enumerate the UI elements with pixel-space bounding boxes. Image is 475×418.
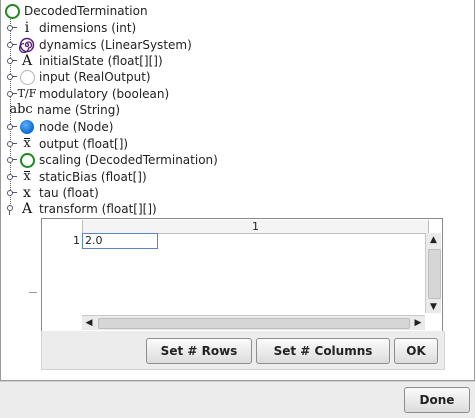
tree-item-tau[interactable]: x tau (float) <box>6 185 99 201</box>
vector-xbar-icon: x <box>23 169 31 184</box>
tree-item-label: tau (float) <box>39 186 99 200</box>
tree-item-scaling[interactable]: scaling (DecodedTermination) <box>6 152 218 168</box>
vector-xbar-icon: x <box>23 136 31 151</box>
matrix-cell-1-1[interactable]: 2.0 <box>82 233 158 249</box>
tree-item-node[interactable]: node (Node) <box>6 119 113 135</box>
string-abc-icon: abc <box>9 102 33 117</box>
dialog-footer: Done <box>0 381 475 418</box>
tree-handle-icon[interactable] <box>6 155 17 165</box>
tree-handle-icon[interactable] <box>6 139 17 149</box>
tree-item-label: output (float[]) <box>39 137 129 151</box>
tree-item-label: modulatory (boolean) <box>39 87 170 101</box>
done-button[interactable]: Done <box>404 387 470 413</box>
tree-item-modulatory[interactable]: T/F modulatory (boolean) <box>6 86 169 102</box>
set-columns-button[interactable]: Set # Columns <box>256 338 390 364</box>
tree-item-dimensions[interactable]: i dimensions (int) <box>6 20 136 36</box>
tree-handle-icon[interactable] <box>6 72 17 82</box>
property-panel: DecodedTermination i dimensions (int) dy… <box>0 0 475 381</box>
tree-item-transform[interactable]: A transform (float[][]) <box>6 201 157 217</box>
set-rows-button[interactable]: Set # Rows <box>146 338 252 364</box>
tree-handle-icon[interactable] <box>6 23 17 33</box>
vertical-scrollbar[interactable]: ▲ ▼ <box>425 233 441 313</box>
tree-root[interactable]: DecodedTermination <box>4 3 148 19</box>
tree-item-label: transform (float[][]) <box>39 202 157 216</box>
tree-handle-expanded-icon[interactable] <box>6 204 16 215</box>
tree-root-label: DecodedTermination <box>24 4 148 18</box>
tree-item-label: name (String) <box>37 103 121 117</box>
tree-handle-icon[interactable] <box>6 188 17 198</box>
tree-item-label: dimensions (int) <box>39 21 137 35</box>
tree-connector <box>29 292 37 293</box>
matrix-editor-buttons: Set # Rows Set # Columns OK <box>41 331 445 370</box>
tree-item-staticbias[interactable]: x staticBias (float[]) <box>6 169 147 185</box>
matrix-a-icon: A <box>21 201 33 217</box>
tree-item-name[interactable]: abc name (String) <box>6 102 120 118</box>
vertical-scroll-thumb[interactable] <box>428 249 441 299</box>
empty-circle-icon <box>19 69 35 85</box>
tree-item-input[interactable]: input (RealOutput) <box>6 69 151 85</box>
column-header-1[interactable]: 1 <box>82 220 429 234</box>
tree-item-label: staticBias (float[]) <box>39 170 147 184</box>
horizontal-scrollbar[interactable]: ◀ ▶ <box>82 315 425 330</box>
tree-item-label: dynamics (LinearSystem) <box>39 38 192 52</box>
tree-handle-icon[interactable] <box>6 56 17 66</box>
tree-item-label: scaling (DecodedTermination) <box>39 153 218 167</box>
ok-button[interactable]: OK <box>394 338 438 364</box>
tree-handle-icon[interactable] <box>6 89 17 99</box>
scroll-down-arrow-icon[interactable]: ▼ <box>426 300 441 313</box>
tree-item-label: node (Node) <box>39 120 114 134</box>
horizontal-scroll-thumb[interactable] <box>98 318 410 329</box>
scalar-x-icon: x <box>23 185 31 201</box>
tree-item-output[interactable]: x output (float[]) <box>6 136 128 152</box>
tree-item-label: initialState (float[][]) <box>39 54 163 68</box>
tree-handle-icon[interactable] <box>6 40 17 50</box>
boolean-tf-icon: T/F <box>17 87 37 100</box>
matrix-editor-table: 1 1 2.0 ▲ ▼ ◀ ▶ <box>41 218 443 332</box>
matrix-a-icon: A <box>21 53 33 69</box>
blue-node-icon <box>19 119 35 135</box>
row-header-1: 1 <box>73 234 80 247</box>
tree-item-dynamics[interactable]: dynamics (LinearSystem) <box>6 37 192 53</box>
scroll-left-arrow-icon[interactable]: ◀ <box>82 316 96 330</box>
tree-handle-icon[interactable] <box>6 122 17 132</box>
tree-handle-icon[interactable] <box>6 172 17 182</box>
scroll-up-arrow-icon[interactable]: ▲ <box>426 233 441 246</box>
tree-item-initialstate[interactable]: A initialState (float[][]) <box>6 53 163 69</box>
linear-system-spiral-icon <box>19 37 35 53</box>
green-ring-icon <box>4 3 20 19</box>
tree-item-label: input (RealOutput) <box>39 70 151 84</box>
green-ring-icon <box>19 152 35 168</box>
integer-i-icon: i <box>24 20 30 36</box>
scroll-right-arrow-icon[interactable]: ▶ <box>411 316 425 330</box>
